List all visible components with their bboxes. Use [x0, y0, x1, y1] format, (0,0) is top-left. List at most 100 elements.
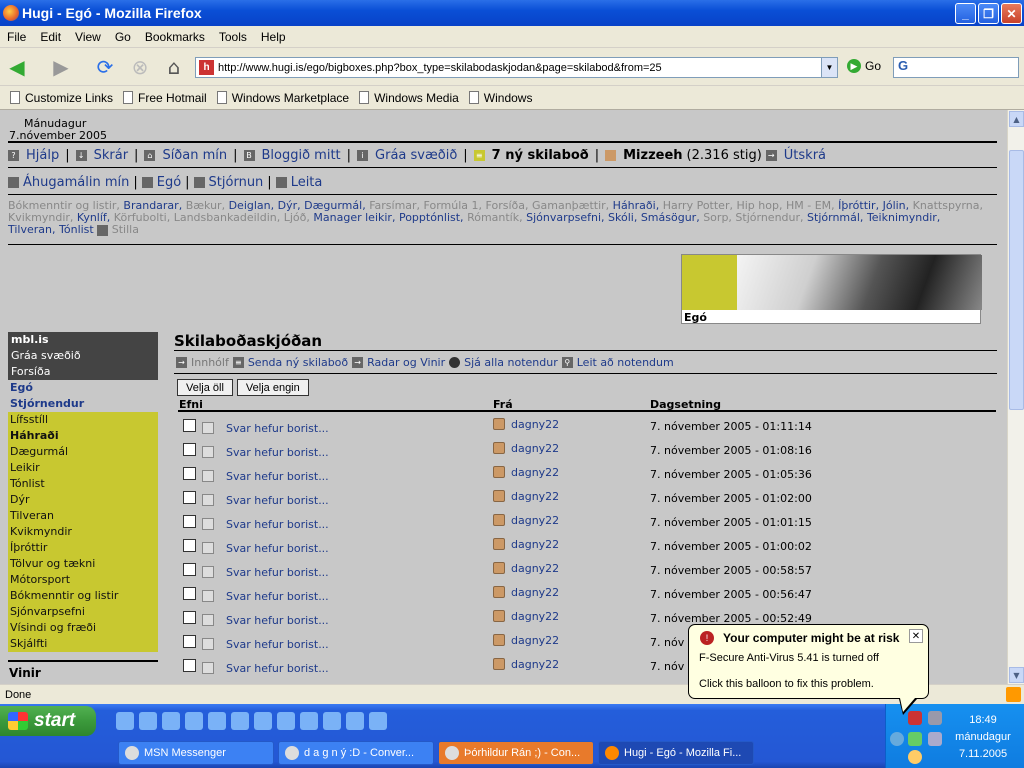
interest-tag-link[interactable]: Landsbankadeildin, [174, 211, 281, 224]
interest-tag-link[interactable]: Tónlist [59, 223, 94, 236]
sidebar-item[interactable]: Bókmenntir og listir [8, 588, 158, 604]
message-subject-link[interactable]: Svar hefur borist... [226, 662, 329, 675]
interest-tag-link[interactable]: Manager leikir, [313, 211, 395, 224]
balloon-close-icon[interactable]: ✕ [909, 629, 923, 643]
go-button[interactable]: ▶ Go [847, 59, 881, 73]
my-page-link[interactable]: Síðan mín [162, 148, 227, 163]
sidebar-item[interactable]: Dýr [8, 492, 158, 508]
network-icon[interactable] [928, 711, 942, 725]
search-field[interactable]: G [893, 57, 1019, 78]
message-subject-link[interactable]: Svar hefur borist... [226, 542, 329, 555]
interest-tag-link[interactable]: Stjórnendur, [735, 211, 803, 224]
bookmark-windows-marketplace[interactable]: Windows Marketplace [216, 91, 349, 105]
task-conversation-2[interactable]: Þórhildur Rán ;) - Con... [438, 741, 594, 765]
app-launch-icon[interactable] [277, 712, 295, 730]
task-msn-messenger[interactable]: MSN Messenger [118, 741, 274, 765]
new-messages-link[interactable]: 7 ný skilaboð [492, 148, 589, 163]
bookmark-windows-media[interactable]: Windows Media [359, 91, 459, 105]
scroll-up-icon[interactable]: ▲ [1009, 111, 1024, 127]
row-checkbox[interactable] [183, 443, 196, 456]
tray-app-icon[interactable] [908, 750, 922, 764]
task-firefox[interactable]: Hugi - Egó - Mozilla Fi... [598, 741, 754, 765]
menu-edit[interactable]: Edit [33, 30, 68, 44]
app-launch-icon[interactable] [323, 712, 341, 730]
sidebar-item[interactable]: Vísindi og fræði [8, 620, 158, 636]
app-launch-icon[interactable] [346, 712, 364, 730]
message-sender-link[interactable]: dagny22 [511, 442, 559, 455]
message-subject-link[interactable]: Svar hefur borist... [226, 470, 329, 483]
message-subject-link[interactable]: Svar hefur borist... [226, 494, 329, 507]
security-balloon[interactable]: ! Your computer might be at risk ✕ F-Sec… [688, 624, 929, 715]
message-sender-link[interactable]: dagny22 [511, 586, 559, 599]
row-checkbox[interactable] [183, 611, 196, 624]
interest-tag-link[interactable]: Teiknimyndir, [867, 211, 940, 224]
message-sender-link[interactable]: dagny22 [511, 634, 559, 647]
all-users-link[interactable]: Sjá alla notendur [464, 356, 558, 369]
sidebar-item[interactable]: Mótorsport [8, 572, 158, 588]
files-link[interactable]: Skrár [94, 148, 128, 163]
message-sender-link[interactable]: dagny22 [511, 658, 559, 671]
sidebar-item-front-page[interactable]: Forsíða [8, 364, 158, 380]
message-subject-link[interactable]: Svar hefur borist... [226, 638, 329, 651]
back-arrow-icon[interactable]: ◀ [4, 54, 30, 80]
app-launch-icon[interactable] [369, 712, 387, 730]
app-launch-icon[interactable] [300, 712, 318, 730]
search-link[interactable]: Leita [291, 175, 323, 190]
sidebar-item[interactable]: Dægurmál [8, 444, 158, 460]
message-subject-link[interactable]: Svar hefur borist... [226, 518, 329, 531]
message-sender-link[interactable]: dagny22 [511, 514, 559, 527]
row-checkbox[interactable] [183, 467, 196, 480]
select-all-button[interactable]: Velja öll [177, 379, 233, 396]
maximize-button[interactable]: ❐ [978, 3, 999, 24]
app-launch-icon[interactable] [185, 712, 203, 730]
interest-tag-link[interactable]: Sorp, [703, 211, 732, 224]
interest-tag-link[interactable]: Popptónlist, [399, 211, 464, 224]
message-sender-link[interactable]: dagny22 [511, 562, 559, 575]
start-button[interactable]: start [0, 706, 96, 736]
interest-tag-link[interactable]: Tilveran, [8, 223, 56, 236]
message-sender-link[interactable]: dagny22 [511, 490, 559, 503]
admin-link[interactable]: Stjórnun [209, 175, 264, 190]
app-launch-icon[interactable] [254, 712, 272, 730]
app-launch-icon[interactable] [139, 712, 157, 730]
sidebar-item[interactable]: Tónlist [8, 476, 158, 492]
menu-go[interactable]: Go [108, 30, 138, 44]
app-launch-icon[interactable] [231, 712, 249, 730]
sidebar-item[interactable]: Sjónvarpsefni [8, 604, 158, 620]
scroll-down-icon[interactable]: ▼ [1009, 667, 1024, 683]
reload-icon[interactable]: ⟳ [92, 54, 118, 80]
task-conversation-1[interactable]: d a g n ý :D - Conver... [278, 741, 434, 765]
menu-bookmarks[interactable]: Bookmarks [138, 30, 212, 44]
interests-link[interactable]: Áhugamálin mín [23, 175, 129, 190]
tags-settings-link[interactable]: Stilla [112, 223, 139, 236]
bookmark-windows[interactable]: Windows [468, 91, 532, 105]
message-sender-link[interactable]: dagny22 [511, 538, 559, 551]
row-checkbox[interactable] [183, 587, 196, 600]
row-checkbox[interactable] [183, 563, 196, 576]
message-subject-link[interactable]: Svar hefur borist... [226, 422, 329, 435]
menu-tools[interactable]: Tools [212, 30, 254, 44]
messenger-tray-icon[interactable] [908, 732, 922, 746]
radar-friends-link[interactable]: Radar og Vinir [367, 356, 445, 369]
app-launch-icon[interactable] [162, 712, 180, 730]
vertical-scrollbar[interactable]: ▲ ▼ [1007, 110, 1024, 684]
rss-icon[interactable] [1006, 687, 1021, 702]
interest-tag-link[interactable]: Rómantík, [467, 211, 523, 224]
message-subject-link[interactable]: Svar hefur borist... [226, 590, 329, 603]
row-checkbox[interactable] [183, 515, 196, 528]
sidebar-item-mbl[interactable]: mbl.is [8, 332, 158, 348]
row-checkbox[interactable] [183, 539, 196, 552]
username-link[interactable]: Mizzeeh [623, 148, 682, 163]
select-none-button[interactable]: Velja engin [236, 379, 309, 396]
grey-area-link[interactable]: Gráa svæðið [375, 148, 457, 163]
message-sender-link[interactable]: dagny22 [511, 466, 559, 479]
help-link[interactable]: Hjálp [26, 148, 59, 163]
interest-tag-link[interactable]: Stjórnmál, [807, 211, 863, 224]
sidebar-item[interactable]: Kvikmyndir [8, 524, 158, 540]
scroll-thumb[interactable] [1009, 150, 1024, 410]
search-users-link[interactable]: Leit að notendum [577, 356, 674, 369]
network-warning-icon[interactable] [928, 732, 942, 746]
home-icon[interactable]: ⌂ [161, 54, 187, 80]
bookmark-free-hotmail[interactable]: Free Hotmail [123, 91, 207, 105]
interest-tag-link[interactable]: Smásögur, [641, 211, 700, 224]
